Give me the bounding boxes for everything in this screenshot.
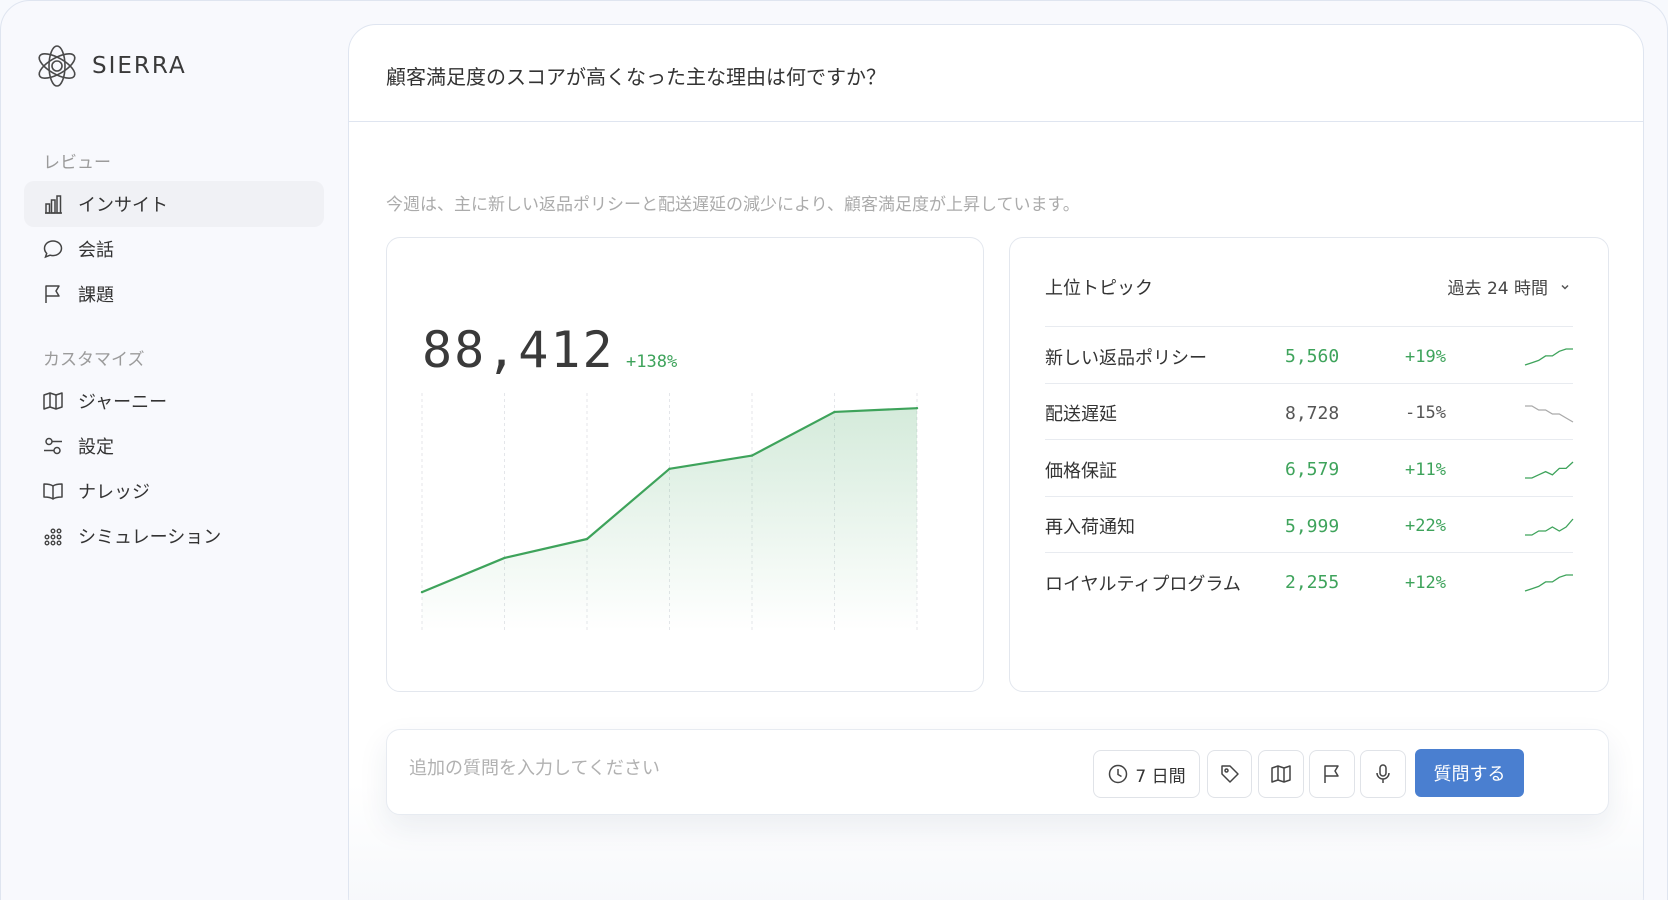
topic-name: 再入荷通知: [1045, 517, 1135, 538]
followup-question-input[interactable]: [409, 758, 1069, 779]
brand-logo[interactable]: SIERRA: [34, 42, 187, 90]
sliders-icon: [44, 437, 62, 455]
topic-count: 5,560: [1285, 346, 1340, 367]
date-range-button[interactable]: 7 日間: [1093, 750, 1200, 798]
question-title: 顧客満足度のスコアが高くなった主な理由は何ですか？: [386, 65, 886, 89]
chevron-down-icon: [1561, 284, 1569, 290]
section-label-customize: カスタマイズ: [43, 350, 145, 370]
chart-point: [503, 556, 506, 560]
dots-grid-icon: [44, 528, 62, 546]
section-label-review: レビュー: [43, 153, 111, 173]
sparkline-path: [1525, 518, 1574, 536]
sparkline: [1524, 348, 1573, 366]
sparkline: [1525, 461, 1574, 479]
issue-button[interactable]: [1309, 750, 1355, 798]
topic-count: 6,579: [1285, 459, 1340, 480]
topic-change: +19%: [1405, 346, 1446, 367]
topic-name: 価格保証: [1045, 460, 1117, 482]
sidebar-item-settings[interactable]: 設定: [24, 423, 324, 469]
sparkline-path: [1524, 348, 1573, 366]
period-dropdown[interactable]: 過去 24 時間: [1448, 274, 1572, 299]
flag-icon: [45, 285, 60, 303]
chat-bubble-icon: [43, 240, 63, 259]
metric-chart-card: 88,412 +138%: [386, 237, 984, 692]
chart-point: [833, 410, 836, 414]
question-composer: 7 日間 質問する: [386, 729, 1609, 815]
main-panel: 顧客満足度のスコアが高くなった主な理由は何ですか？ 今週は、主に新しい返品ポリシ…: [348, 24, 1644, 900]
sidebar-item-knowledge[interactable]: ナレッジ: [24, 468, 324, 514]
topic-row[interactable]: 再入荷通知 5,999 +22%: [1045, 495, 1574, 556]
sidebar-item-label: 設定: [78, 437, 114, 458]
topic-row[interactable]: ロイヤルティプログラム 2,255 +12%: [1045, 552, 1573, 612]
sparkline: [1525, 518, 1574, 536]
brand-name: SIERRA: [92, 53, 187, 79]
topics-title: 上位トピック: [1045, 278, 1153, 299]
topic-count: 2,255: [1285, 572, 1340, 593]
journey-button[interactable]: [1258, 750, 1304, 798]
map-icon: [1271, 765, 1291, 783]
chart-point: [915, 406, 919, 410]
sidebar-item-journeys[interactable]: ジャーニー: [24, 378, 324, 424]
sidebar-item-insights[interactable]: インサイト: [24, 181, 324, 227]
sidebar-item-label: ナレッジ: [78, 482, 150, 503]
area-chart: [420, 393, 919, 630]
topic-count: 8,728: [1285, 402, 1340, 424]
sidebar-item-label: 課題: [78, 285, 114, 306]
chart-point: [585, 537, 589, 541]
sierra-logo-icon: [38, 45, 76, 87]
topic-name: ロイヤルティプログラム: [1045, 573, 1241, 595]
voice-button[interactable]: [1360, 750, 1406, 798]
sidebar-item-label: 会話: [78, 240, 114, 261]
topic-row[interactable]: 配送遅延 8,728 -15%: [1045, 382, 1574, 443]
tag-button[interactable]: [1207, 750, 1252, 798]
sparkline-path: [1524, 574, 1573, 592]
clock-icon: [1109, 764, 1128, 784]
sparkline-path: [1525, 461, 1574, 479]
topic-name: 新しい返品ポリシー: [1045, 347, 1207, 369]
topic-count: 5,999: [1285, 515, 1340, 537]
chart-point: [668, 467, 671, 471]
question-header: 顧客満足度のスコアが高くなった主な理由は何ですか？: [349, 25, 1643, 122]
topic-change: +11%: [1405, 459, 1446, 480]
tag-icon: [1220, 765, 1239, 783]
sidebar-item-label: インサイト: [78, 195, 168, 216]
topic-change: -15%: [1405, 403, 1446, 423]
topic-name: 配送遅延: [1045, 404, 1117, 425]
top-topics-card: 上位トピック 過去 24 時間 新しい返品ポリシー 5,560 +19% 配送遅延 8,…: [1009, 237, 1609, 692]
map-icon: [43, 392, 63, 410]
sparkline: [1524, 574, 1573, 592]
date-range-label: 7 日間: [1135, 766, 1186, 787]
answer-summary: 今週は、主に新しい返品ポリシーと配送遅延の減少により、顧客満足度が上昇しています…: [386, 195, 1080, 215]
sidebar-item-label: ジャーニー: [78, 392, 168, 413]
sparkline-path: [1525, 404, 1574, 423]
sidebar-item-label: シミュレーション: [78, 527, 222, 548]
sidebar-item-conversations[interactable]: 会話: [24, 226, 324, 272]
sidebar-item-issues[interactable]: 課題: [24, 271, 324, 317]
sidebar-item-simulations[interactable]: シミュレーション: [24, 513, 324, 559]
submit-question-button[interactable]: 質問する: [1415, 749, 1524, 797]
sparkline: [1525, 404, 1574, 423]
flag-icon: [1324, 765, 1339, 783]
period-value: 過去 24 時間: [1447, 279, 1548, 299]
chart-point: [750, 454, 754, 457]
bar-chart-icon: [45, 195, 62, 214]
microphone-icon: [1376, 764, 1390, 783]
topic-row[interactable]: 新しい返品ポリシー 5,560 +19%: [1045, 326, 1573, 386]
topic-change: +22%: [1405, 516, 1446, 536]
topic-row[interactable]: 価格保証 6,579 +11%: [1045, 439, 1574, 499]
chart-point: [420, 590, 424, 594]
book-icon: [43, 483, 63, 500]
topic-change: +12%: [1405, 572, 1446, 593]
